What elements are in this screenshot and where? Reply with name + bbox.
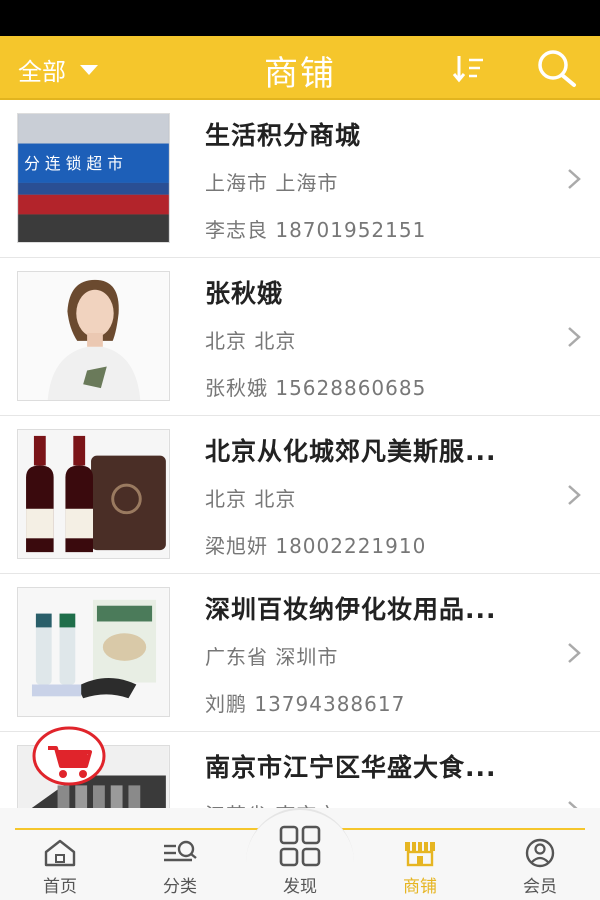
user-icon (525, 838, 555, 868)
bottom-tab-bar: 首页 分类 发现 商铺 会员 (0, 808, 600, 900)
cart-icon (32, 726, 106, 786)
status-bar (0, 0, 600, 36)
tab-discover[interactable]: 发现 (260, 824, 340, 897)
tab-label: 分类 (163, 877, 197, 897)
shop-thumbnail (17, 429, 170, 559)
cart-button[interactable] (32, 726, 106, 786)
sort-icon (452, 56, 483, 83)
shop-contact: 李志良 18701952151 (205, 218, 427, 242)
tab-shops[interactable]: 商铺 (380, 838, 460, 897)
tab-label: 发现 (283, 877, 317, 897)
search-button[interactable] (534, 48, 578, 88)
shop-icon (405, 842, 435, 867)
tab-category[interactable]: 分类 (140, 838, 220, 897)
shop-location: 江苏省 南京市 (205, 799, 338, 808)
shop-contact: 刘鹏 13794388617 (205, 692, 406, 716)
shop-row[interactable]: 张秋娥 北京 北京 张秋娥 15628860685 (0, 258, 600, 416)
tab-member[interactable]: 会员 (500, 838, 580, 897)
shop-thumbnail (17, 271, 170, 401)
category-icon (164, 840, 197, 862)
shop-name: 南京市江宁区华盛大食... (205, 753, 497, 782)
shop-contact: 张秋娥 15628860685 (205, 376, 427, 400)
shop-location: 北京 北京 (205, 329, 297, 353)
home-icon (44, 839, 76, 867)
storefront-sign: 分 连 锁 超 市 (24, 154, 123, 173)
shop-row[interactable]: 分 连 锁 超 市 生活积分商城 上海市 上海市 李志良 18701952151 (0, 100, 600, 258)
shop-row[interactable]: 深圳百妆纳伊化妆用品... 广东省 深圳市 刘鹏 13794388617 (0, 574, 600, 732)
shop-list: 分 连 锁 超 市 生活积分商城 上海市 上海市 李志良 18701952151… (0, 100, 600, 808)
shop-thumbnail: 分 连 锁 超 市 (17, 113, 170, 243)
sort-button[interactable] (452, 52, 486, 84)
chevron-right-icon (568, 801, 578, 808)
tab-home[interactable]: 首页 (20, 838, 100, 897)
shop-name: 深圳百妆纳伊化妆用品... (205, 595, 497, 624)
shop-name: 张秋娥 (205, 279, 284, 308)
shop-location: 广东省 深圳市 (205, 645, 339, 669)
tab-label: 首页 (43, 877, 77, 897)
shop-name: 北京从化城郊凡美斯服... (205, 437, 497, 466)
grid-icon (279, 825, 321, 867)
page-title: 商铺 (264, 54, 336, 94)
chevron-right-icon (568, 327, 581, 347)
top-bar: 全部 商铺 (0, 36, 600, 100)
tab-label: 商铺 (403, 877, 437, 897)
shop-row[interactable]: 北京从化城郊凡美斯服... 北京 北京 梁旭妍 18002221910 (0, 416, 600, 574)
shop-contact: 梁旭妍 18002221910 (205, 534, 427, 558)
chevron-right-icon (568, 169, 581, 189)
chevron-right-icon (568, 643, 581, 663)
tab-label: 会员 (523, 877, 557, 897)
chevron-right-icon (568, 485, 581, 505)
shop-location: 北京 北京 (205, 487, 297, 511)
shop-thumbnail (17, 587, 170, 717)
search-icon (538, 50, 576, 87)
shop-name: 生活积分商城 (205, 121, 362, 150)
shop-location: 上海市 上海市 (205, 171, 339, 195)
